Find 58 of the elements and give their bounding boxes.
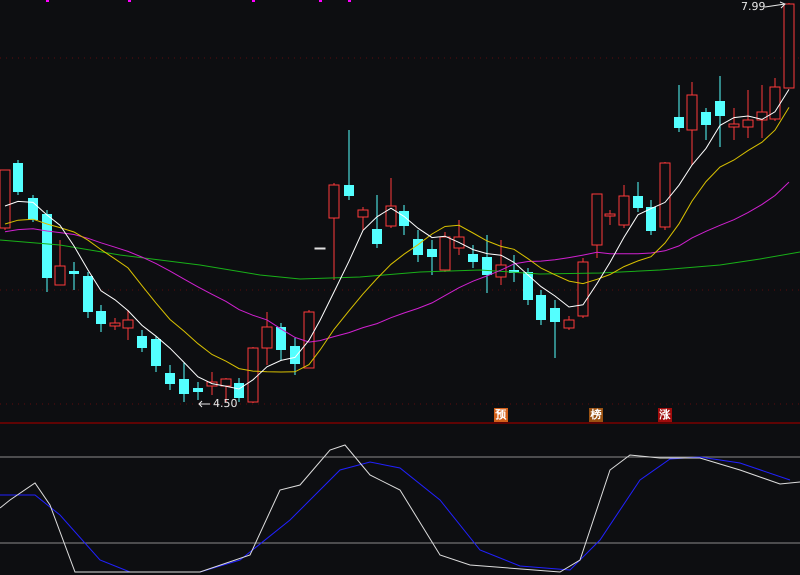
- falling-candlestick: [69, 262, 79, 290]
- falling-candlestick: [482, 234, 492, 294]
- rising-candlestick: [440, 232, 450, 272]
- rising-candlestick: [314, 248, 326, 250]
- falling-candlestick: [28, 194, 38, 222]
- rising-candlestick: [578, 258, 588, 318]
- rising-candlestick: [742, 90, 754, 138]
- low-price-label: 4.50: [213, 398, 238, 410]
- falling-candlestick: [151, 336, 161, 372]
- falling-candlestick: [344, 130, 354, 200]
- rising-candlestick: [454, 220, 464, 256]
- falling-candlestick: [427, 240, 437, 276]
- falling-candlestick: [646, 200, 656, 236]
- falling-candlestick: [550, 300, 560, 358]
- high-price-label: 7.99: [741, 1, 766, 13]
- rising-candlestick: [618, 184, 630, 228]
- falling-candlestick: [399, 204, 409, 236]
- falling-candlestick: [701, 108, 711, 140]
- rising-candlestick: [110, 318, 120, 330]
- rising-candlestick: [728, 108, 740, 140]
- rising-candlestick: [54, 240, 66, 286]
- rising-candlestick: [358, 206, 368, 230]
- pointer-arrow: [764, 2, 786, 8]
- falling-candlestick: [13, 160, 23, 196]
- rising-candlestick: [262, 312, 272, 366]
- rising-candlestick: [592, 194, 602, 258]
- falling-candlestick: [179, 362, 189, 402]
- signal-tag: 涨: [658, 408, 672, 422]
- falling-candlestick: [290, 338, 300, 376]
- falling-candlestick: [372, 194, 382, 248]
- falling-candlestick: [83, 272, 93, 318]
- rising-candlestick: [604, 210, 616, 226]
- falling-candlestick: [165, 364, 175, 390]
- falling-candlestick: [523, 268, 533, 306]
- falling-candlestick: [674, 84, 684, 132]
- falling-candlestick: [536, 290, 546, 326]
- pointer-arrow: [198, 400, 210, 408]
- rising-candlestick: [304, 310, 314, 368]
- rising-candlestick: [206, 372, 218, 396]
- rising-candlestick: [756, 84, 768, 138]
- falling-candlestick: [276, 322, 286, 360]
- signal-tag: 预: [494, 408, 508, 422]
- falling-candlestick: [96, 304, 106, 332]
- rising-candlestick: [248, 346, 258, 404]
- signal-tag: 榜: [589, 408, 603, 422]
- falling-candlestick: [137, 330, 147, 352]
- falling-candlestick: [633, 182, 643, 212]
- rising-candlestick: [122, 310, 134, 340]
- rising-candlestick: [770, 78, 780, 122]
- rising-candlestick: [496, 240, 506, 286]
- falling-candlestick: [468, 244, 478, 268]
- falling-candlestick: [193, 382, 203, 400]
- rising-candlestick: [660, 162, 670, 230]
- falling-candlestick: [509, 254, 519, 282]
- rising-candlestick: [564, 316, 574, 330]
- falling-candlestick: [715, 76, 725, 148]
- rising-candlestick: [386, 178, 396, 228]
- falling-candlestick: [413, 230, 423, 262]
